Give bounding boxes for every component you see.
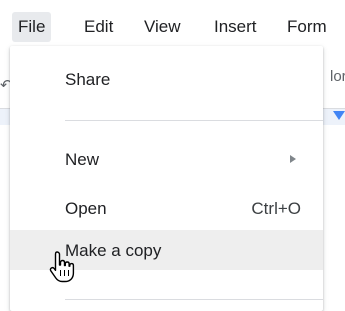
- hand-pointer-icon: [49, 251, 75, 283]
- menu-separator: [65, 299, 323, 300]
- menu-item-label: Make a copy: [65, 241, 162, 260]
- menu-item-label: Open: [65, 199, 107, 218]
- menu-item-share[interactable]: Share: [10, 59, 323, 99]
- menu-item-new[interactable]: New: [10, 139, 323, 179]
- menu-item-label: New: [65, 150, 100, 169]
- menu-view[interactable]: View: [144, 16, 181, 38]
- menu-insert[interactable]: Insert: [214, 16, 257, 38]
- menu-edit[interactable]: Edit: [84, 16, 113, 38]
- toolbar-font-fragment[interactable]: lor: [330, 68, 345, 85]
- menu-bar: File Edit View Insert Form: [0, 0, 345, 46]
- menu-item-label: Share: [65, 70, 111, 89]
- menu-separator: [65, 120, 323, 121]
- menu-item-open[interactable]: Open Ctrl+O: [10, 188, 323, 228]
- menu-item-shortcut: Ctrl+O: [251, 199, 301, 218]
- menu-file[interactable]: File: [12, 12, 52, 42]
- ruler-indent-marker[interactable]: [333, 111, 345, 120]
- submenu-arrow-icon: [290, 155, 296, 163]
- menu-format[interactable]: Form: [287, 16, 327, 38]
